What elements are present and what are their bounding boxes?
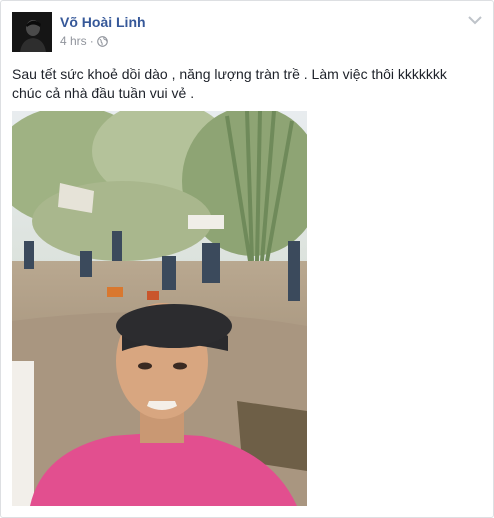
feed-post: Võ Hoài Linh 4 hrs · Sau tết sức khoẻ dồi… <box>0 0 494 518</box>
post-meta: 4 hrs · <box>60 34 108 50</box>
author-name[interactable]: Võ Hoài Linh <box>60 14 146 30</box>
globe-icon[interactable] <box>96 36 108 50</box>
avatar[interactable] <box>12 12 52 52</box>
post-text-line: Sau tết sức khoẻ dồi dào , năng lượng tr… <box>12 66 447 82</box>
post-text: Sau tết sức khoẻ dồi dào , năng lượng tr… <box>12 65 482 103</box>
chevron-down-icon[interactable] <box>467 13 483 25</box>
post-text-line: chúc cả nhà đầu tuần vui vẻ . <box>12 85 195 101</box>
post-photo[interactable] <box>12 111 307 506</box>
meta-separator: · <box>89 34 94 48</box>
timestamp[interactable]: 4 hrs <box>60 34 87 48</box>
